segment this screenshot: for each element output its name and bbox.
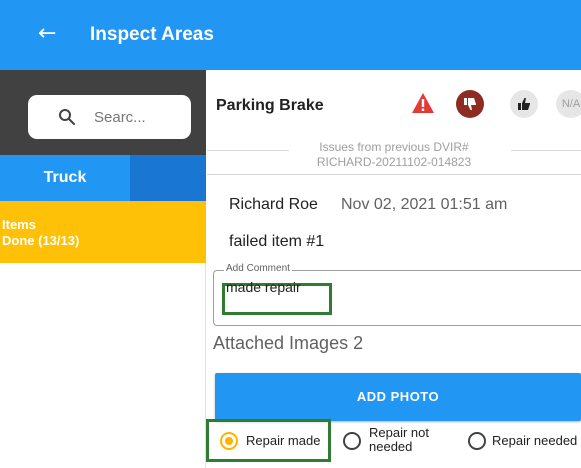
items-heading: Items xyxy=(2,217,36,232)
search-input[interactable]: Searc... xyxy=(28,95,191,139)
page-title: Inspect Areas xyxy=(90,24,214,45)
search-icon xyxy=(59,109,75,125)
thumbs-down-button[interactable] xyxy=(456,90,484,118)
search-strip: Searc... xyxy=(0,70,206,155)
comment-author: Richard Roe xyxy=(229,196,318,213)
thumbs-up-button[interactable] xyxy=(510,90,538,118)
app-bar: ← Inspect Areas xyxy=(0,0,581,70)
add-comment-field[interactable]: Add Comment made repair xyxy=(213,263,581,326)
inspection-item-panel: Parking Brake N/A Issues from previous D… xyxy=(207,70,581,468)
repair-made-label[interactable]: Repair made xyxy=(246,434,320,448)
repair-made-radio[interactable] xyxy=(220,432,238,450)
sidebar: Searc... Truck Items Done (13/13) xyxy=(0,70,206,468)
add-photo-button[interactable]: ADD PHOTO xyxy=(215,373,581,421)
tab-second[interactable] xyxy=(130,155,206,201)
na-button[interactable]: N/A xyxy=(556,90,581,118)
items-done-count: Done (13/13) xyxy=(2,233,80,248)
warning-icon xyxy=(412,93,434,113)
items-progress[interactable]: Items Done (13/13) xyxy=(0,201,206,263)
repair-not-needed-radio[interactable] xyxy=(343,432,361,450)
add-comment-label: Add Comment xyxy=(224,263,292,274)
search-placeholder: Searc... xyxy=(94,109,146,126)
previous-dvir-title: Issues from previous DVIR# xyxy=(319,140,469,154)
repair-not-needed-label[interactable]: Repair not needed xyxy=(369,426,449,454)
repair-needed-radio[interactable] xyxy=(468,432,486,450)
tab-truck[interactable]: Truck xyxy=(0,155,130,201)
repair-needed-label[interactable]: Repair needed xyxy=(492,434,577,448)
attached-images-label: Attached Images 2 xyxy=(213,333,364,353)
comment-date: Nov 02, 2021 01:51 am xyxy=(341,196,508,213)
item-name: Parking Brake xyxy=(216,97,324,114)
back-arrow-icon[interactable]: ← xyxy=(38,22,58,46)
thumbs-down-icon xyxy=(464,98,476,110)
add-comment-input[interactable]: made repair xyxy=(226,279,301,295)
comment-text: failed item #1 xyxy=(229,233,325,250)
section-divider xyxy=(207,174,581,175)
thumbs-up-icon xyxy=(518,98,530,110)
previous-dvir-id: RICHARD-20211102-014823 xyxy=(316,155,472,169)
area-tabs: Truck xyxy=(0,155,206,201)
